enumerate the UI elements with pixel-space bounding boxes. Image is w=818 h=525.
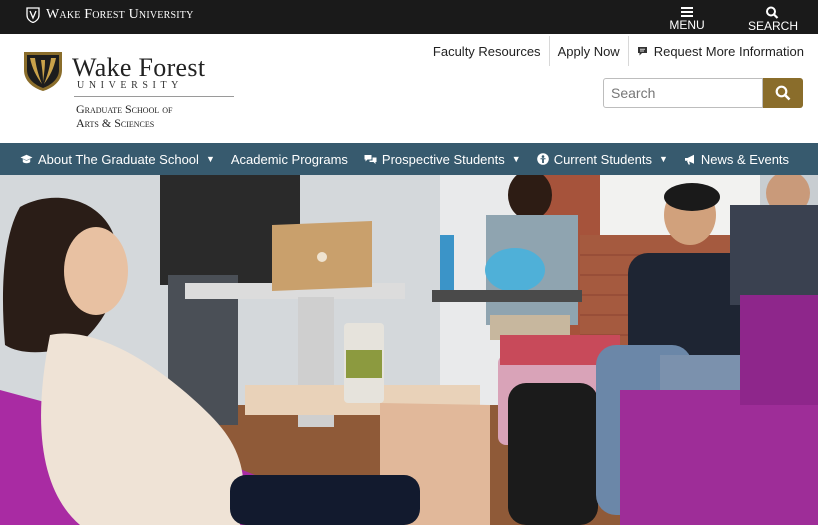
school-name-line1: Graduate School of bbox=[76, 102, 173, 116]
caret-down-icon: ▼ bbox=[658, 154, 668, 164]
nav-current-label: Current Students bbox=[553, 151, 652, 167]
request-info-link[interactable]: Request More Information bbox=[629, 36, 804, 66]
hamburger-icon bbox=[681, 7, 693, 17]
shield-icon bbox=[26, 7, 40, 23]
logo-divider bbox=[74, 96, 234, 97]
search-toggle-button[interactable]: SEARCH bbox=[748, 6, 799, 33]
menu-label: MENU bbox=[669, 18, 705, 32]
top-bar: Wake Forest University MENU SEARCH bbox=[0, 0, 818, 34]
nav-academic-label: Academic Programs bbox=[230, 151, 348, 167]
search-input[interactable] bbox=[603, 78, 763, 108]
wake-forest-wordmark: Wake Forest bbox=[72, 53, 206, 82]
nav-item-news[interactable]: News & Events bbox=[684, 152, 789, 167]
megaphone-icon bbox=[684, 154, 694, 164]
site-search bbox=[603, 78, 803, 108]
graduation-cap-icon bbox=[20, 154, 33, 163]
search-submit-button[interactable] bbox=[763, 78, 803, 108]
search-icon bbox=[766, 6, 779, 19]
faculty-resources-link[interactable]: Faculty Resources bbox=[425, 36, 550, 66]
main-navigation: About The Graduate School ▼ Academic Pro… bbox=[0, 143, 818, 175]
students-photo-illustration bbox=[0, 175, 818, 525]
nav-about-label: About The Graduate School bbox=[38, 151, 199, 167]
menu-button[interactable]: MENU bbox=[668, 6, 706, 31]
search-icon bbox=[775, 85, 791, 101]
search-label: SEARCH bbox=[748, 19, 799, 33]
school-name-line2: Arts & Sciences bbox=[76, 116, 155, 130]
caret-down-icon: ▼ bbox=[205, 154, 215, 164]
wake-forest-crest-icon bbox=[24, 52, 62, 91]
nav-prospective-label: Prospective Students bbox=[381, 151, 505, 167]
nav-item-about[interactable]: About The Graduate School ▼ bbox=[20, 152, 215, 167]
brand-text: Wake Forest University bbox=[46, 7, 194, 22]
chat-bubbles-icon bbox=[364, 154, 377, 164]
request-info-label: Request More Information bbox=[653, 43, 804, 59]
nav-item-prospective[interactable]: Prospective Students ▼ bbox=[364, 152, 521, 167]
speech-bubble-icon bbox=[637, 46, 647, 55]
university-brand-link[interactable]: Wake Forest University bbox=[26, 7, 194, 23]
nav-news-label: News & Events bbox=[700, 151, 790, 167]
university-wordmark: UNIVERSITY bbox=[77, 80, 183, 91]
nav-item-current[interactable]: Current Students ▼ bbox=[536, 151, 668, 167]
apply-now-link[interactable]: Apply Now bbox=[550, 36, 629, 66]
hero-students-photo bbox=[0, 175, 818, 525]
person-circle-icon bbox=[536, 153, 549, 165]
caret-down-icon: ▼ bbox=[511, 154, 521, 164]
nav-item-academic[interactable]: Academic Programs bbox=[231, 152, 348, 167]
utility-links: Faculty Resources Apply Now Request More… bbox=[425, 36, 804, 66]
school-name: Graduate School of Arts & Sciences bbox=[76, 102, 172, 130]
